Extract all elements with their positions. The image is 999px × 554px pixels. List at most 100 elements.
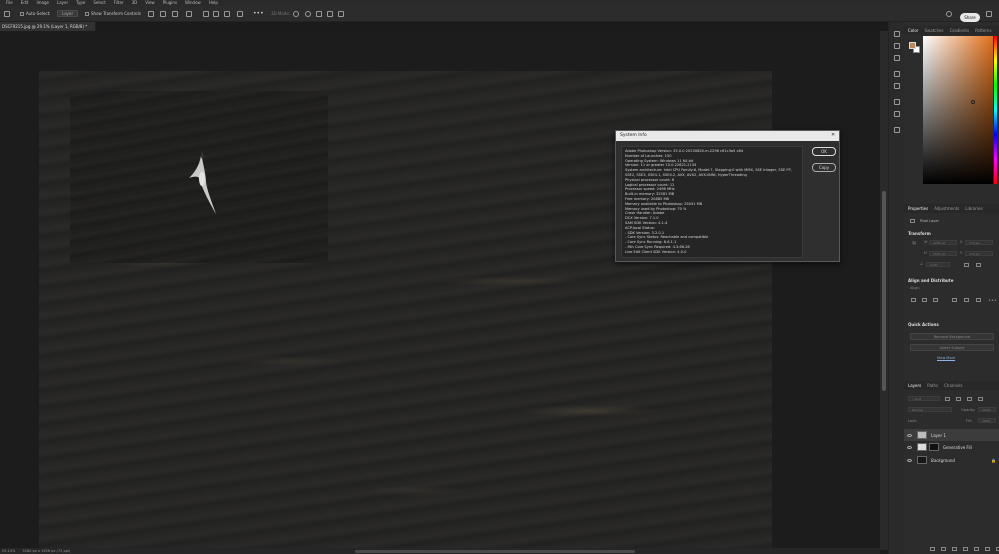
blend-mode-dropdown[interactable]: Normal xyxy=(908,407,952,412)
tab-patterns[interactable]: Patterns xyxy=(975,28,991,33)
horizontal-scrollbar[interactable] xyxy=(0,548,880,554)
share-button[interactable]: Share xyxy=(960,13,980,22)
color-picker-cursor[interactable] xyxy=(971,100,975,104)
angle-field[interactable]: 0.00° xyxy=(926,262,950,267)
flip-horizontal-icon[interactable] xyxy=(964,263,969,267)
3d-roll-icon[interactable] xyxy=(305,9,311,18)
link-icon[interactable]: ⛓ xyxy=(912,241,916,245)
align-top-icon[interactable] xyxy=(203,9,209,18)
canvas-area[interactable] xyxy=(0,31,880,550)
visibility-eye-icon[interactable] xyxy=(907,433,912,437)
tab-libraries[interactable]: Libraries xyxy=(965,206,982,211)
workspace-icon[interactable] xyxy=(986,9,992,18)
adjustment-layer-icon[interactable] xyxy=(963,547,968,551)
layer-row-background[interactable]: Background 🔒 xyxy=(904,454,999,466)
group-icon[interactable] xyxy=(974,547,979,551)
3d-orbit-icon[interactable] xyxy=(293,9,299,18)
adjustment-icon[interactable] xyxy=(894,83,900,89)
document-info: 5184 px x 3456 px (72 ppi) xyxy=(22,549,71,553)
layer-filter-kind[interactable]: ⌕ Kind xyxy=(908,396,940,401)
system-info-text[interactable]: Adobe Photoshop Version: 25.0.0 20230820… xyxy=(621,146,803,258)
dialog-titlebar[interactable]: System Info ✕ xyxy=(616,131,839,141)
tab-layers[interactable]: Layers xyxy=(908,383,921,388)
3d-scale-icon[interactable] xyxy=(338,9,344,18)
distribute-vertical-icon[interactable] xyxy=(237,9,243,18)
document-tab[interactable]: DSCF9215.jpg @ 29.1% (Layer 1, RGB/8) * xyxy=(0,22,96,31)
tab-swatches[interactable]: Swatches xyxy=(924,28,943,33)
foreground-color-swatch[interactable] xyxy=(909,42,916,49)
align-label: Align: xyxy=(910,286,920,290)
select-subject-button[interactable]: Select Subject xyxy=(910,344,994,351)
align-middle-icon[interactable] xyxy=(213,9,219,18)
align-right-icon[interactable] xyxy=(172,9,178,18)
align-bottom-icon[interactable] xyxy=(224,9,230,18)
align-horizontal-centers-icon[interactable] xyxy=(922,298,927,302)
3d-pan-icon[interactable] xyxy=(316,9,322,18)
tab-color[interactable]: Color xyxy=(908,28,918,33)
filter-adjustment-icon[interactable] xyxy=(956,397,961,401)
3d-icon[interactable] xyxy=(894,127,900,133)
vertical-scrollbar[interactable] xyxy=(880,31,888,550)
link-layers-icon[interactable] xyxy=(930,547,935,551)
zoom-level[interactable]: 29.14% xyxy=(2,549,15,553)
vertical-scroll-thumb[interactable] xyxy=(882,191,886,391)
view-more-link[interactable]: View More xyxy=(937,356,955,360)
horizontal-scroll-thumb[interactable] xyxy=(355,550,635,553)
layer-row-generative-fill[interactable]: Generative Fill xyxy=(904,441,999,453)
flip-vertical-icon[interactable] xyxy=(976,263,981,267)
layer-thumbnail xyxy=(917,456,927,464)
character-icon[interactable] xyxy=(894,99,900,105)
more-align-icon[interactable]: ••• xyxy=(988,298,997,304)
visibility-eye-icon[interactable] xyxy=(907,458,912,462)
tab-properties[interactable]: Properties xyxy=(908,206,928,211)
tab-gradients[interactable]: Gradients xyxy=(950,28,970,33)
3d-slide-icon[interactable] xyxy=(327,9,333,18)
filter-pixel-icon[interactable] xyxy=(945,397,950,401)
new-layer-icon[interactable] xyxy=(985,547,990,551)
align-bottom-edges-icon[interactable] xyxy=(976,298,981,302)
search-icon[interactable] xyxy=(946,9,952,18)
visibility-eye-icon[interactable] xyxy=(907,445,912,449)
fx-icon[interactable] xyxy=(941,547,946,551)
align-distribute-title[interactable]: Align and Distribute xyxy=(908,278,953,283)
play-actions-icon[interactable] xyxy=(894,43,900,49)
width-field[interactable]: 2281 px xyxy=(929,240,957,245)
color-picker-field[interactable] xyxy=(923,36,993,184)
paragraph-icon[interactable] xyxy=(894,111,900,117)
align-top-edges-icon[interactable] xyxy=(952,298,957,302)
remove-background-button[interactable]: Remove Background xyxy=(910,333,994,340)
x-field[interactable]: 174 px xyxy=(965,240,993,245)
filter-type-icon[interactable] xyxy=(967,397,972,401)
lock-icon[interactable]: 🔒 xyxy=(991,458,996,463)
align-right-edges-icon[interactable] xyxy=(933,298,938,302)
show-transform-checkbox[interactable]: Show Transform Controls xyxy=(85,9,141,18)
quick-actions-title[interactable]: Quick Actions xyxy=(908,322,939,327)
distribute-icon[interactable] xyxy=(186,9,192,18)
align-vertical-centers-icon[interactable] xyxy=(964,298,969,302)
layer-row-layer-1[interactable]: Layer 1 xyxy=(904,429,999,441)
history-icon[interactable] xyxy=(894,31,900,37)
comments-icon[interactable] xyxy=(894,55,900,61)
opacity-field[interactable]: 100% xyxy=(978,407,996,412)
align-left-icon[interactable] xyxy=(148,9,154,18)
height-field[interactable]: 1521 px xyxy=(929,251,957,256)
tab-channels[interactable]: Channels xyxy=(944,383,963,388)
y-field[interactable]: 175 px xyxy=(965,251,993,256)
tab-adjustments[interactable]: Adjustments xyxy=(934,206,959,211)
add-mask-icon[interactable] xyxy=(952,547,957,551)
auto-select-dropdown[interactable]: Layer xyxy=(57,9,79,18)
ok-button[interactable]: OK xyxy=(812,147,836,156)
tab-paths[interactable]: Paths xyxy=(927,383,938,388)
hue-slider[interactable] xyxy=(994,36,997,184)
filter-shape-icon[interactable] xyxy=(978,397,983,401)
move-tool-icon[interactable] xyxy=(4,9,10,18)
brush-icon[interactable] xyxy=(894,71,900,77)
more-options-icon[interactable]: ••• xyxy=(253,9,264,18)
fill-field[interactable]: 100% xyxy=(978,418,996,423)
align-left-edges-icon[interactable] xyxy=(911,298,916,302)
auto-select-checkbox[interactable]: Auto-Select: xyxy=(20,9,51,18)
transform-title[interactable]: Transform xyxy=(908,231,931,236)
copy-button[interactable]: Copy xyxy=(812,163,836,172)
align-center-icon[interactable] xyxy=(160,9,166,18)
close-icon[interactable]: ✕ xyxy=(831,132,835,138)
